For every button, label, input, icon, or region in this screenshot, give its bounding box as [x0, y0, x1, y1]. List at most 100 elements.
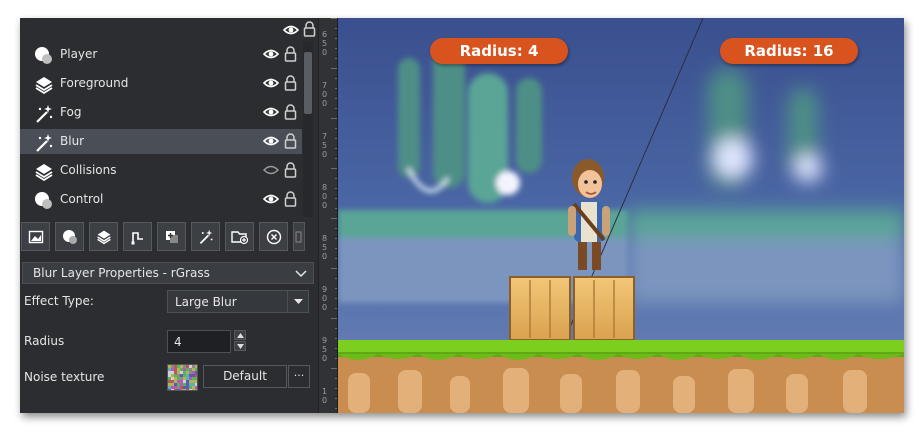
noise-pixel [192, 374, 195, 377]
eye-icon[interactable] [282, 21, 300, 41]
noise-pixel [189, 371, 192, 374]
dropdown-arrow-icon[interactable] [287, 291, 308, 312]
layer-row-control[interactable]: Control [20, 187, 302, 212]
noise-pixel [174, 383, 177, 386]
effect-layer-icon [198, 229, 214, 245]
eye-icon[interactable] [262, 106, 280, 121]
background-layer-button[interactable] [21, 222, 50, 251]
layers-panel: Player Foreground Fog Blur Collisions Control… [20, 18, 316, 413]
noise-pixel [180, 389, 183, 390]
lock-icon[interactable] [284, 104, 297, 123]
instance-layer-button[interactable] [55, 222, 84, 251]
lock-icon[interactable] [284, 75, 297, 94]
layers-icon [34, 162, 53, 182]
chevron-down-icon[interactable] [295, 267, 307, 281]
layer-name: Fog [60, 105, 82, 119]
layer-list-scrollbar[interactable] [303, 42, 313, 217]
noise-pixel [180, 371, 183, 374]
path-layer-button[interactable] [123, 222, 152, 251]
layer-row-collisions[interactable]: Collisions [20, 158, 302, 183]
vertical-ruler: 6 5 0 7 0 0 7 5 0 8 0 0 8 5 0 9 0 0 9 5 0 1 0 [318, 18, 339, 413]
layer-row-foreground[interactable]: Foreground [20, 71, 302, 96]
lock-icon[interactable] [284, 133, 297, 152]
radius-4-badge: Radius: 4 [430, 38, 568, 64]
noise-pixel [183, 383, 186, 386]
noise-pixel [192, 380, 195, 383]
game-scene [338, 18, 904, 413]
crate-right[interactable] [573, 276, 635, 341]
noise-pixel [189, 377, 192, 380]
instance-layer-icon [62, 229, 78, 245]
noise-pixel [174, 371, 177, 374]
noise-pixel [186, 371, 189, 374]
add-folder-button[interactable] [225, 222, 254, 251]
layer-row-blur[interactable]: Blur [20, 129, 302, 154]
properties-title: Blur Layer Properties - rGrass [33, 266, 210, 280]
lock-icon[interactable] [284, 46, 297, 65]
noise-pixel [168, 368, 171, 371]
delete-layer-button[interactable] [259, 222, 288, 251]
noise-pixel [183, 389, 186, 390]
radius-stepper[interactable] [234, 330, 247, 353]
radius-16-badge: Radius: 16 [720, 38, 858, 64]
effect-layer-button[interactable] [191, 222, 220, 251]
eye-hidden-icon[interactable] [263, 164, 279, 179]
noise-texture-more-button[interactable]: ··· [288, 365, 310, 388]
noise-pixel [189, 383, 192, 386]
eye-icon[interactable] [262, 193, 280, 208]
lock-icon[interactable] [284, 191, 297, 210]
noise-pixel [183, 371, 186, 374]
circle-icon [34, 46, 52, 64]
ruler-label: 8 5 0 [322, 234, 328, 261]
noise-pixel [192, 383, 195, 386]
noise-pixel [177, 389, 180, 390]
noise-pixel [195, 377, 197, 380]
effect-type-value: Large Blur [175, 295, 237, 309]
noise-pixel [180, 383, 183, 386]
ruler-label: 7 0 0 [322, 81, 328, 108]
crate-left[interactable] [509, 276, 571, 341]
radius-input[interactable]: 4 [167, 330, 231, 353]
noise-pixel [177, 368, 180, 371]
noise-texture-preview[interactable] [167, 364, 198, 391]
layer-list: Player Foreground Fog Blur Collisions Control [20, 42, 302, 217]
properties-header[interactable]: Blur Layer Properties - rGrass [22, 262, 314, 284]
scrollbar-thumb[interactable] [304, 52, 312, 114]
noise-pixel [177, 365, 180, 368]
radius-value: 4 [174, 335, 182, 349]
decrement-icon[interactable] [234, 341, 246, 351]
magic-wand-icon [34, 133, 53, 152]
lock-icon[interactable] [303, 21, 316, 41]
eye-icon[interactable] [262, 135, 280, 150]
increment-icon[interactable] [234, 330, 246, 340]
asset-layer-button[interactable] [157, 222, 186, 251]
layer-row-fog[interactable]: Fog [20, 100, 302, 125]
lock-icon[interactable] [284, 162, 297, 181]
noise-pixel [186, 368, 189, 371]
eye-icon[interactable] [262, 77, 280, 92]
overflow-button[interactable] [293, 222, 305, 251]
layer-row-player[interactable]: Player [20, 42, 302, 67]
noise-pixel [168, 380, 171, 383]
tile-layer-button[interactable] [89, 222, 118, 251]
layer-toolbar [20, 222, 316, 254]
overflow-icon [295, 229, 303, 245]
eye-icon[interactable] [262, 48, 280, 63]
noise-pixel [189, 365, 192, 368]
ruler-label: 1 0 [322, 387, 328, 405]
effect-type-select[interactable]: Large Blur [167, 290, 309, 313]
ruler-label: 8 0 0 [322, 183, 328, 210]
noise-pixel [183, 374, 186, 377]
room-canvas[interactable]: Radius: 4 Radius: 16 [338, 18, 904, 413]
radius-label: Radius [24, 334, 65, 348]
noise-pixel [195, 389, 197, 390]
noise-pixel [174, 365, 177, 368]
noise-pixel [171, 365, 174, 368]
noise-texture-select[interactable]: Default [203, 365, 287, 388]
noise-pixel [183, 368, 186, 371]
noise-pixel [177, 383, 180, 386]
noise-pixel [168, 371, 171, 374]
noise-pixel [168, 386, 171, 389]
noise-pixel [189, 374, 192, 377]
noise-pixel [195, 380, 197, 383]
